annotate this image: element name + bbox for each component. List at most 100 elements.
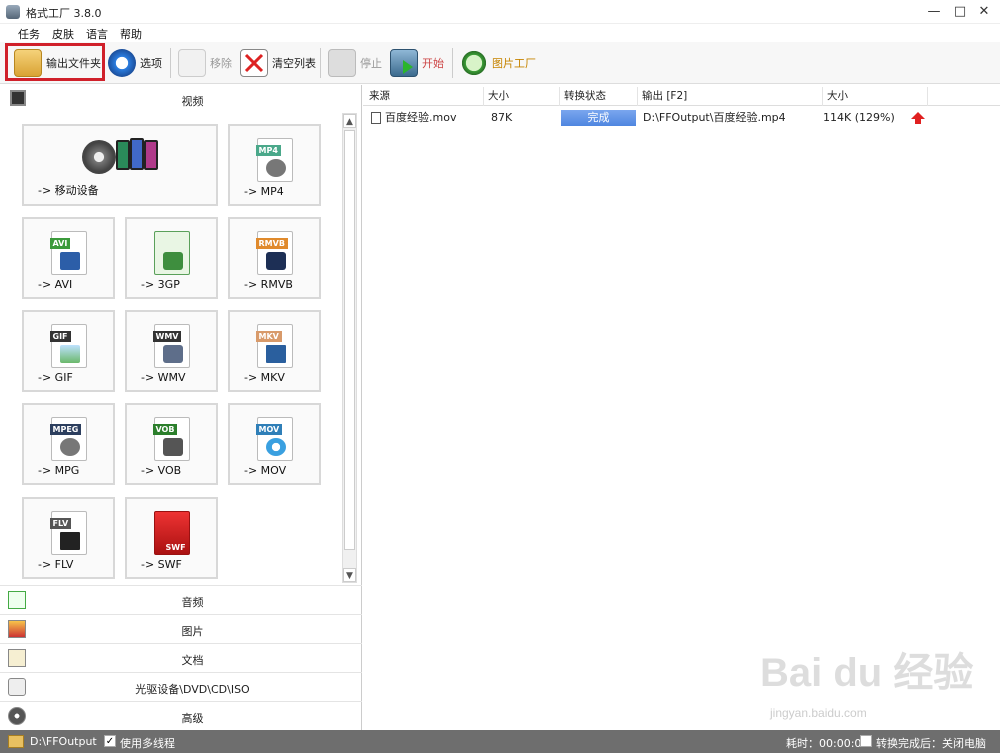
after-finish-checkbox[interactable] [860, 735, 872, 747]
output-path: D:\FFOutput\百度经验.mp4 [643, 111, 786, 124]
menu-bar: 任务 皮肤 语言 帮助 [0, 24, 1000, 42]
gear-icon [108, 49, 136, 77]
tile-flv[interactable]: FLV -> FLV [22, 497, 115, 579]
header-output[interactable]: 输出 [F2] [638, 87, 823, 106]
tile-rmvb[interactable]: RMVB -> RMVB [228, 217, 321, 299]
remove-button[interactable]: 移除 [178, 46, 232, 80]
table-row[interactable]: 百度经验.mov 87K 完成 D:\FFOutput\百度经验.mp4 114… [363, 107, 1000, 129]
source-file: 百度经验.mov [385, 111, 457, 124]
tile-label: -> GIF [38, 371, 73, 384]
task-list-panel: 来源 大小 转换状态 输出 [F2] 大小 百度经验.mov 87K 完成 D:… [363, 85, 1000, 730]
status-bar: D:\FFOutput ✓ 使用多线程 耗时：00:00:01 转换完成后：关闭… [0, 730, 1000, 753]
start-icon [390, 49, 418, 77]
tile-label: -> WMV [141, 371, 186, 384]
toolbar-separator [320, 48, 321, 78]
tile-avi[interactable]: AVI -> AVI [22, 217, 115, 299]
mov-file-icon: MOV [255, 417, 293, 461]
avi-file-icon: AVI [49, 231, 87, 275]
clear-list-label: 清空列表 [272, 57, 316, 70]
mkv-file-icon: MKV [255, 324, 293, 368]
menu-skin[interactable]: 皮肤 [52, 26, 74, 42]
tile-3gp[interactable]: -> 3GP [125, 217, 218, 299]
tile-mobile-device[interactable]: -> 移动设备 [22, 124, 218, 206]
menu-language[interactable]: 语言 [86, 26, 108, 42]
tile-swf[interactable]: SWF -> SWF [125, 497, 218, 579]
baidu-watermark-logo: Bai du 经验 [760, 651, 974, 695]
magnifier-icon [460, 49, 488, 77]
toolbar: 输出文件夹 选项 移除 清空列表 停止 开始 图片工厂 [0, 42, 1000, 84]
tile-mpg[interactable]: MPEG -> MPG [22, 403, 115, 485]
flv-file-icon: FLV [49, 511, 87, 555]
category-advanced[interactable]: 高级 [0, 701, 362, 730]
app-icon [6, 5, 20, 19]
maximize-button[interactable]: □ [948, 3, 972, 21]
picture-factory-button[interactable]: 图片工厂 [460, 46, 536, 80]
picture-factory-label: 图片工厂 [492, 57, 536, 70]
output-folder-highlight [5, 43, 105, 81]
header-status[interactable]: 转换状态 [560, 87, 638, 106]
close-button[interactable]: ✕ [972, 3, 996, 21]
header-size[interactable]: 大小 [484, 87, 560, 106]
tile-mkv[interactable]: MKV -> MKV [228, 310, 321, 392]
swf-file-icon: SWF [153, 511, 190, 555]
start-button[interactable]: 开始 [390, 46, 444, 80]
tile-label: -> AVI [38, 278, 73, 291]
start-label: 开始 [422, 57, 444, 70]
scroll-up-icon[interactable]: ▲ [343, 114, 356, 128]
category-label: 音频 [181, 596, 204, 609]
remove-label: 移除 [210, 57, 232, 70]
tile-label: -> VOB [141, 464, 182, 477]
scroll-thumb[interactable] [344, 130, 355, 550]
tile-vob[interactable]: VOB -> VOB [125, 403, 218, 485]
category-optical-drive[interactable]: 光驱设备\DVD\CD\ISO [0, 672, 362, 701]
category-label: 高级 [181, 712, 204, 725]
tile-mov[interactable]: MOV -> MOV [228, 403, 321, 485]
tile-wmv[interactable]: WMV -> WMV [125, 310, 218, 392]
header-source[interactable]: 来源 [365, 87, 484, 106]
output-folder-path[interactable]: D:\FFOutput [30, 735, 97, 748]
size-increase-arrow-icon [911, 112, 925, 124]
source-size: 87K [491, 111, 513, 124]
wmv-file-icon: WMV [152, 324, 190, 368]
elapsed-time: 耗时：00:00:01 [786, 737, 869, 750]
tile-label: -> SWF [141, 558, 182, 571]
stop-label: 停止 [360, 57, 382, 70]
video-scrollbar[interactable]: ▲ ▼ [342, 113, 357, 583]
tile-label: -> MKV [244, 371, 285, 384]
clear-list-button[interactable]: 清空列表 [240, 46, 316, 80]
clear-list-icon [240, 49, 268, 77]
multithread-label: 使用多线程 [120, 737, 175, 750]
category-label: 图片 [181, 625, 204, 638]
category-label: 文档 [181, 654, 204, 667]
category-audio[interactable]: 音频 [0, 585, 362, 614]
folder-icon[interactable] [8, 735, 24, 748]
menu-task[interactable]: 任务 [18, 26, 40, 42]
options-label: 选项 [140, 57, 162, 70]
title-bar: 格式工厂 3.8.0 — □ ✕ [0, 0, 1000, 24]
multithread-checkbox[interactable]: ✓ [104, 735, 116, 747]
minimize-button[interactable]: — [922, 3, 946, 21]
video-category-label: 视频 [181, 95, 204, 108]
video-category-header[interactable]: 视频 [0, 85, 362, 113]
menu-help[interactable]: 帮助 [120, 26, 142, 42]
toolbar-separator [170, 48, 171, 78]
tile-label: -> MOV [244, 464, 287, 477]
stop-icon [328, 49, 356, 77]
3gp-file-icon [153, 231, 190, 275]
options-button[interactable]: 选项 [108, 46, 162, 80]
tile-label: -> 移动设备 [38, 184, 99, 197]
scroll-down-icon[interactable]: ▼ [343, 568, 356, 582]
header-output-size[interactable]: 大小 [823, 87, 928, 106]
gif-file-icon: GIF [49, 324, 87, 368]
tile-label: -> RMVB [244, 278, 293, 291]
tile-label: -> MP4 [244, 185, 284, 198]
toolbar-separator [452, 48, 453, 78]
mpg-file-icon: MPEG [49, 417, 87, 461]
tile-mp4[interactable]: MP4 -> MP4 [228, 124, 321, 206]
category-picture[interactable]: 图片 [0, 614, 362, 643]
task-table-header: 来源 大小 转换状态 输出 [F2] 大小 [363, 87, 1000, 106]
tile-gif[interactable]: GIF -> GIF [22, 310, 115, 392]
window-title: 格式工厂 3.8.0 [26, 7, 102, 20]
stop-button[interactable]: 停止 [328, 46, 382, 80]
category-document[interactable]: 文档 [0, 643, 362, 672]
